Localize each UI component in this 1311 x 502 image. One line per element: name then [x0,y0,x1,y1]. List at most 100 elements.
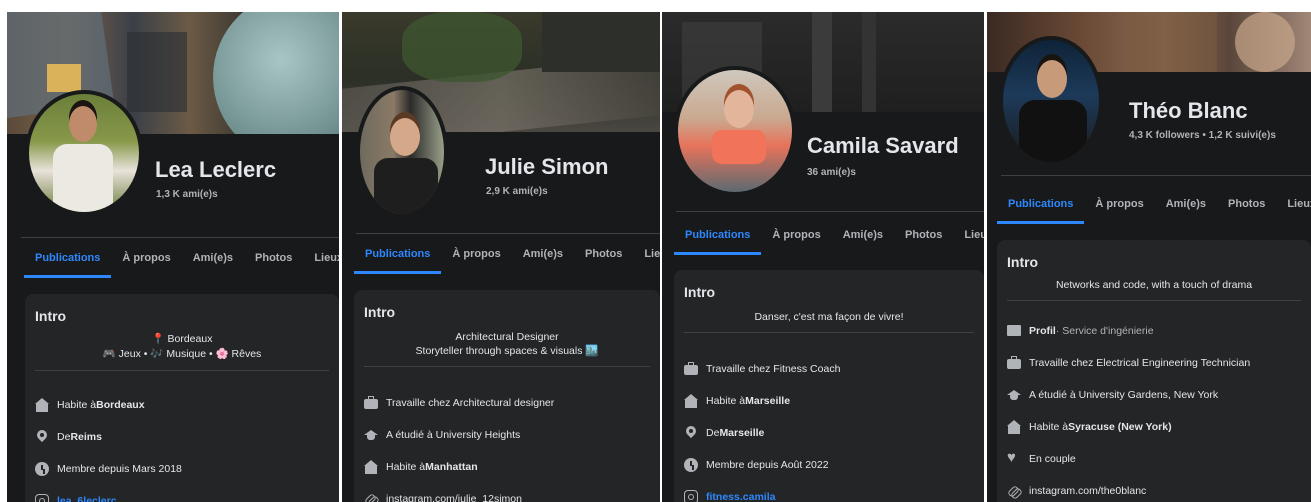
intro-title: Intro [1007,254,1039,270]
intro-card: Intro Architectural Designer Storyteller… [354,290,660,502]
bio-line: Networks and code, with a touch of drama [1055,279,1253,291]
intro-title: Intro [35,308,67,324]
tab-lieux[interactable]: Lieux [633,234,660,274]
avatar[interactable] [25,90,143,216]
profile-tabs: Publications À propos Ami(e)s Photos Lie… [24,238,339,278]
tab-amis[interactable]: Ami(e)s [182,238,244,278]
divider [364,366,650,367]
tab-photos[interactable]: Photos [244,238,303,278]
tab-lieux[interactable]: Lieux [303,238,339,278]
profile-name: Théo Blanc [1129,98,1248,123]
graduation-cap-icon [364,428,378,442]
intro-item-instagram: lea_6leclerc [35,494,117,502]
profile-panel-theo-blanc: Théo Blanc 4,3 K followers • 1,2 K suivi… [987,12,1311,502]
intro-item-lives-in: Habite à Bordeaux [35,398,145,412]
avatar[interactable] [999,36,1103,166]
tab-lieux[interactable]: Lieux [1276,184,1311,224]
divider [1001,175,1311,176]
clock-icon [684,458,698,472]
bio-line: 📍 Bordeaux [151,333,213,345]
avatar[interactable] [674,66,796,196]
tab-a-propos[interactable]: À propos [761,215,831,255]
bio-line: 🎮 Jeux • 🎶 Musique • 🌸 Rêves [102,348,262,360]
tab-publications[interactable]: Publications [354,234,442,274]
intro-item-website: instagram.com/the0blanc [1007,484,1146,498]
profile-panel-julie-simon: Julie Simon 2,9 K ami(e)s Publications À… [342,12,660,502]
divider [35,370,329,371]
location-pin-icon [684,426,698,440]
instagram-link[interactable]: lea_6leclerc [57,495,117,502]
tab-amis[interactable]: Ami(e)s [1155,184,1217,224]
tab-amis[interactable]: Ami(e)s [512,234,574,274]
profile-tabs: Publications À propos Ami(e)s Photos Lie… [674,215,984,255]
profile-name: Julie Simon [485,154,609,179]
bio-line: Architectural Designer [455,331,559,343]
tab-publications[interactable]: Publications [674,215,762,255]
profile-panel-lea-leclerc: Lea Leclerc 1,3 K ami(e)s Publications À… [7,12,339,502]
profile-name: Lea Leclerc [155,157,277,182]
tab-a-propos[interactable]: À propos [441,234,511,274]
intro-item-lives-in: Habite à Syracuse (New York) [1007,420,1172,434]
divider [684,332,974,333]
briefcase-icon [1007,356,1021,370]
heart-icon [1007,449,1021,466]
home-icon [1007,420,1021,434]
intro-item-lives-in: Habite à Manhattan [364,460,478,474]
followers-count[interactable]: 4,3 K followers • 1,2 K suivi(e)s [1129,130,1276,141]
briefcase-icon [684,362,698,376]
intro-item-member-since: Membre depuis Août 2022 [684,458,829,472]
intro-card: Intro Networks and code, with a touch of… [997,240,1311,502]
intro-item-profile-category: Profil · Service d'ingénierie [1007,324,1154,338]
profile-tabs: Publications À propos Ami(e)s Photos Lie… [997,184,1311,224]
instagram-link[interactable]: fitness.camila [706,491,775,502]
friends-count[interactable]: 1,3 K ami(e)s [156,189,218,200]
intro-card: Intro 📍 Bordeaux 🎮 Jeux • 🎶 Musique • 🌸 … [25,294,339,502]
tab-publications[interactable]: Publications [24,238,112,278]
intro-item-relationship: En couple [1007,449,1076,466]
website-link[interactable]: instagram.com/julie_12simon [386,493,522,502]
intro-item-education: A étudié à University Gardens, New York [1007,388,1218,402]
divider [1007,300,1301,301]
intro-item-education: A étudié à University Heights [364,428,520,442]
link-icon [1007,484,1021,498]
briefcase-icon [364,396,378,410]
avatar[interactable] [356,86,448,218]
home-icon [364,460,378,474]
clock-icon [35,462,49,476]
divider [676,211,984,212]
home-icon [684,394,698,408]
intro-item-lives-in: Habite à Marseille [684,394,790,408]
intro-item-member-since: Membre depuis Mars 2018 [35,462,182,476]
flag-icon [1007,324,1021,338]
home-icon [35,398,49,412]
intro-item-instagram: fitness.camila [684,490,775,502]
profile-panel-camila-savard: Camila Savard 36 ami(e)s Publications À … [662,12,984,502]
friends-count[interactable]: 36 ami(e)s [807,167,856,178]
tab-lieux[interactable]: Lieux [953,215,984,255]
website-link[interactable]: instagram.com/the0blanc [1029,485,1146,497]
intro-item-work: Travaille chez Architectural designer [364,396,554,410]
tab-photos[interactable]: Photos [894,215,953,255]
intro-item-website: instagram.com/julie_12simon [364,492,522,502]
intro-item-work: Travaille chez Electrical Engineering Te… [1007,356,1250,370]
intro-title: Intro [364,304,396,320]
bio-line: Danser, c'est ma façon de vivre! [754,311,904,323]
bio-line: Storyteller through spaces & visuals 🏙️ [415,345,599,357]
tab-photos[interactable]: Photos [574,234,633,274]
intro-card: Intro Danser, c'est ma façon de vivre! T… [674,270,984,502]
intro-title: Intro [684,284,716,300]
tab-a-propos[interactable]: À propos [1084,184,1154,224]
tab-photos[interactable]: Photos [1217,184,1276,224]
graduation-cap-icon [1007,388,1021,402]
profile-name: Camila Savard [807,133,959,158]
tab-amis[interactable]: Ami(e)s [832,215,894,255]
friends-count[interactable]: 2,9 K ami(e)s [486,186,548,197]
profile-tabs: Publications À propos Ami(e)s Photos Lie… [354,234,660,274]
link-icon [364,492,378,502]
intro-item-from: De Marseille [684,426,764,440]
tab-publications[interactable]: Publications [997,184,1085,224]
location-pin-icon [35,430,49,444]
instagram-icon [684,490,698,502]
intro-item-from: De Reims [35,430,102,444]
tab-a-propos[interactable]: À propos [111,238,181,278]
